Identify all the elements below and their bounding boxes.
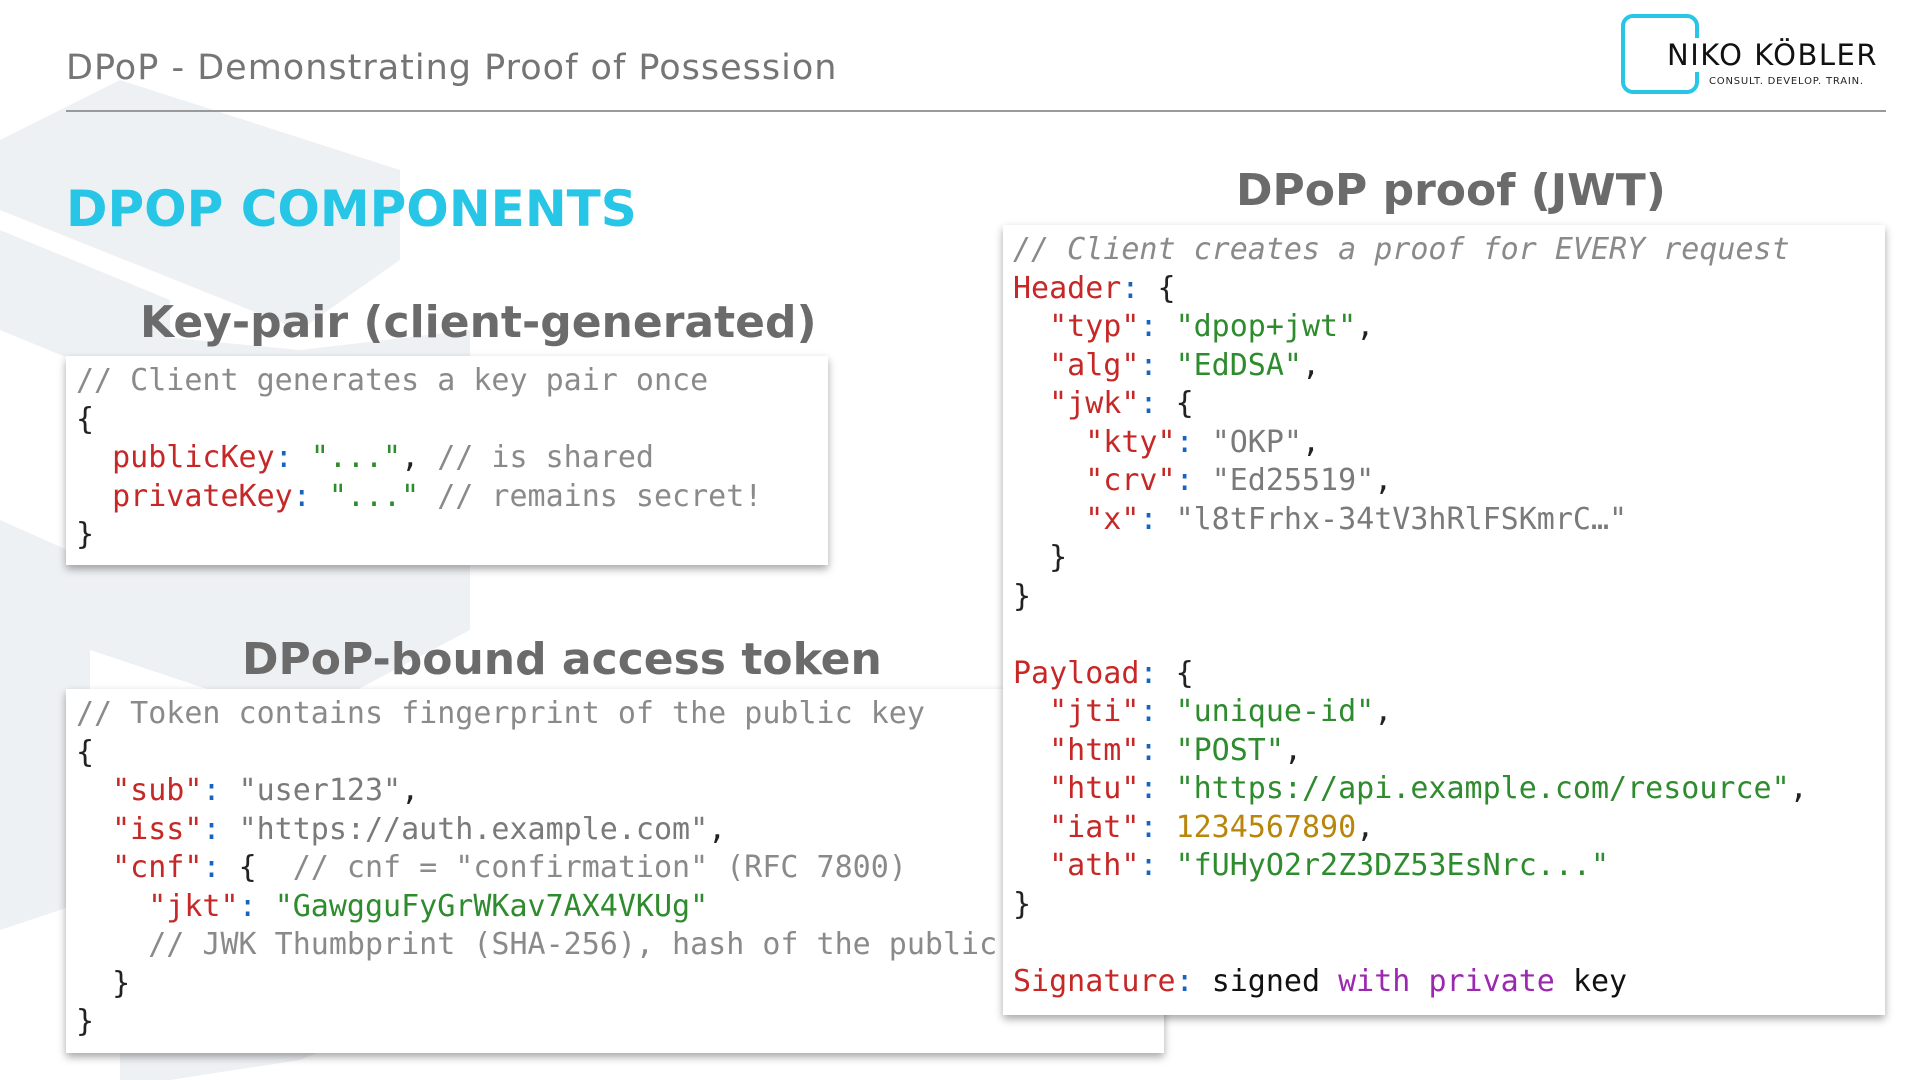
code-string: "unique-id": [1175, 694, 1375, 729]
code-string: "...": [310, 440, 402, 475]
logo: NIKO KÖBLER CONSULT. DEVELOP. TRAIN.: [1621, 14, 1887, 96]
code-comment: // cnf = "confirmation" (RFC 7800): [292, 850, 907, 885]
code-key: "sub": [112, 773, 203, 808]
keypair-heading: Key-pair (client-generated): [140, 297, 817, 348]
code-comment: // is shared: [437, 440, 654, 475]
code-string: "OKP": [1211, 424, 1302, 460]
code-word: key: [1572, 963, 1628, 999]
code-label: Signature: [1013, 963, 1176, 999]
code-comment: // Client creates a proof for EVERY requ…: [1013, 232, 1790, 267]
code-key: "alg": [1049, 347, 1140, 383]
code-key: "x": [1085, 501, 1140, 537]
code-brace: }: [76, 517, 95, 552]
code-key: "jti": [1049, 694, 1140, 729]
code-key: "kty": [1085, 424, 1176, 460]
code-key: privateKey: [112, 478, 293, 514]
code-string: "fUHyO2r2Z3DZ53EsNrc...": [1175, 848, 1610, 883]
code-key: "iat": [1049, 809, 1140, 845]
code-string: "user123": [238, 773, 402, 808]
code-label: Payload: [1013, 655, 1140, 691]
code-string: "POST": [1175, 732, 1284, 768]
proof-code: // Client creates a proof for EVERY requ…: [1013, 232, 1808, 999]
code-label: Header: [1013, 270, 1122, 306]
code-brace: }: [76, 1004, 95, 1039]
logo-name: NIKO KÖBLER: [1663, 38, 1883, 72]
code-string: "dpop+jwt": [1175, 309, 1357, 344]
section-title: DPOP COMPONENTS: [66, 180, 637, 238]
code-string: "https://auth.example.com": [238, 811, 709, 847]
code-brace: {: [76, 401, 95, 437]
code-comment: // remains secret!: [437, 478, 763, 514]
code-string: "https://api.example.com/resource": [1175, 771, 1790, 806]
code-key: "htm": [1049, 732, 1140, 768]
code-key: publicKey: [112, 440, 275, 475]
code-key: "cnf": [112, 850, 203, 885]
code-string: "Ed25519": [1211, 463, 1375, 498]
code-string: "...": [328, 478, 420, 514]
code-key: "jkt": [148, 888, 239, 924]
code-number: 1234567890: [1175, 809, 1357, 845]
code-keyword: with: [1338, 963, 1411, 999]
code-comment: // Token contains fingerprint of the pub…: [76, 696, 925, 731]
code-key: "iss": [112, 811, 203, 847]
token-heading: DPoP-bound access token: [242, 634, 882, 685]
proof-code-card: // Client creates a proof for EVERY requ…: [1003, 225, 1885, 1015]
code-word: signed: [1211, 963, 1321, 999]
token-code: // Token contains fingerprint of the pub…: [76, 696, 1070, 1039]
code-string: "GawgguFyGrWKav7AX4VKUg": [274, 888, 709, 924]
deck-title: DPoP - Demonstrating Proof of Possession: [66, 48, 838, 88]
logo-tagline: CONSULT. DEVELOP. TRAIN.: [1709, 76, 1864, 87]
code-key: "typ": [1049, 309, 1140, 344]
keypair-code: // Client generates a key pair once { pu…: [76, 363, 763, 552]
code-keyword: private: [1428, 963, 1555, 999]
code-key: "htu": [1049, 771, 1140, 806]
code-brace: }: [112, 965, 131, 1001]
proof-heading: DPoP proof (JWT): [1236, 165, 1666, 216]
code-key: "jwk": [1049, 386, 1140, 421]
keypair-code-card: // Client generates a key pair once { pu…: [66, 356, 828, 565]
code-key: "crv": [1085, 463, 1176, 498]
code-key: "ath": [1049, 848, 1140, 883]
token-code-card: // Token contains fingerprint of the pub…: [66, 689, 1164, 1053]
code-string: "l8tFrhx-34tV3hRlFSKmrC…": [1175, 501, 1628, 537]
code-comment: // Client generates a key pair once: [76, 363, 709, 398]
code-comment: // JWK Thumbprint (SHA-256), hash of the…: [148, 927, 1070, 962]
code-brace: {: [76, 734, 95, 770]
header-divider: [66, 110, 1886, 112]
code-string: "EdDSA": [1175, 347, 1302, 383]
